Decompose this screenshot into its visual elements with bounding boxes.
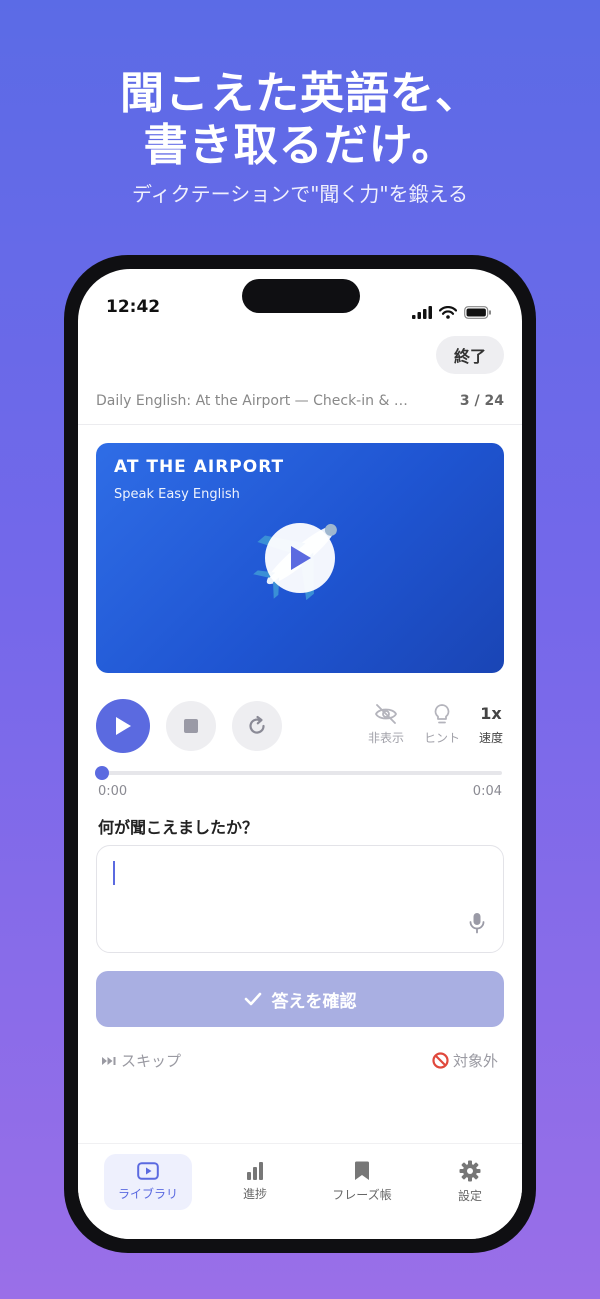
tab-label: 進捗 [242, 1187, 267, 1201]
video-play-button[interactable] [265, 523, 335, 593]
tab-label: ライブラリ [117, 1187, 178, 1201]
promo-headline-line1: 聞こえた英語を、 [120, 68, 480, 119]
battery-icon [464, 305, 491, 319]
bar-chart-icon [247, 1162, 263, 1180]
stop-icon [184, 719, 198, 733]
header-divider [78, 424, 522, 425]
speed-value: 1x [480, 704, 502, 723]
confirm-answer-button[interactable]: 答えを確認 [96, 971, 504, 1027]
hide-toggle[interactable]: 非表示 [368, 703, 404, 746]
prohibited-icon [432, 1052, 449, 1069]
skip-button[interactable]: スキップ [102, 1050, 181, 1071]
play-button[interactable] [96, 699, 150, 753]
video-subtitle: Speak Easy English [114, 487, 240, 502]
promo-headline-line2: 書き取るだけ。 [143, 120, 457, 171]
bookmark-icon [355, 1161, 369, 1180]
confirm-label: 答えを確認 [271, 991, 357, 1012]
app-screen: 12:42 終了 Daily English: At the Airport —… [78, 269, 522, 1239]
tab-label: フレーズ帳 [332, 1188, 392, 1202]
hint-button[interactable]: ヒント [424, 703, 460, 746]
current-time: 0:00 [98, 784, 128, 799]
status-icons [412, 305, 492, 319]
lesson-title: Daily English: At the Airport — Check-in… [96, 393, 416, 409]
signal-icon [412, 305, 432, 319]
text-caret [113, 861, 115, 885]
replay-icon [249, 715, 265, 734]
end-button[interactable]: 終了 [436, 336, 504, 374]
gear-icon [459, 1160, 481, 1182]
tab-settings[interactable]: 設定 [426, 1154, 514, 1210]
skip-forward-icon [102, 1056, 116, 1065]
wifi-icon [439, 305, 457, 319]
tab-bar: ライブラリ 進捗 フレーズ帳 設定 [78, 1143, 522, 1239]
eye-off-icon [374, 704, 398, 724]
video-title: AT THE AIRPORT [114, 457, 285, 477]
tab-phrasebook[interactable]: フレーズ帳 [318, 1154, 406, 1210]
video-player[interactable]: AT THE AIRPORT Speak Easy English [96, 443, 504, 673]
speed-button[interactable]: 1x 速度 [479, 703, 503, 746]
tab-progress[interactable]: 進捗 [211, 1154, 299, 1210]
status-time: 12:42 [106, 297, 161, 317]
play-icon [116, 717, 131, 735]
exclude-button[interactable]: 対象外 [432, 1050, 498, 1071]
replay-button[interactable] [232, 701, 282, 751]
microphone-icon[interactable] [469, 912, 485, 934]
promo-subheadline: ディクテーションで"聞く力"を鍛える [132, 182, 468, 206]
lightbulb-icon [434, 704, 450, 724]
progress-track[interactable] [100, 771, 502, 775]
skip-label: スキップ [121, 1052, 182, 1070]
checkmark-icon [244, 992, 261, 1006]
progress-knob[interactable] [95, 766, 109, 780]
dynamic-island [242, 279, 360, 313]
play-square-icon [137, 1162, 159, 1180]
play-icon [291, 546, 311, 570]
hide-label: 非表示 [368, 731, 405, 745]
hint-label: ヒント [424, 731, 461, 745]
answer-input[interactable] [96, 845, 504, 953]
question-label: 何が聞こえましたか？ [98, 818, 259, 837]
lesson-progress: 3 / 24 [459, 393, 504, 409]
speed-label: 速度 [479, 731, 504, 745]
duration: 0:04 [472, 784, 502, 799]
phone-frame: 12:42 終了 Daily English: At the Airport —… [64, 255, 536, 1253]
tab-label: 設定 [457, 1189, 482, 1203]
stop-button[interactable] [166, 701, 216, 751]
exclude-label: 対象外 [452, 1052, 498, 1070]
tab-library[interactable]: ライブラリ [104, 1154, 192, 1210]
